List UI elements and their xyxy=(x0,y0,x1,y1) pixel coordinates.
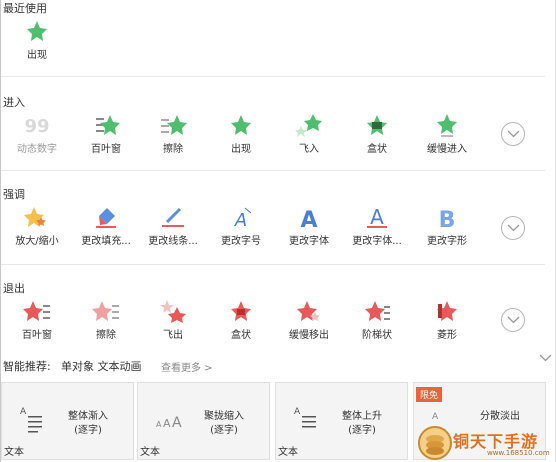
watermark-url: www.168510.com xyxy=(487,449,550,457)
divider xyxy=(1,76,545,77)
red-star-stairs-icon xyxy=(365,301,390,321)
section-title-exit: 退出 xyxy=(3,282,25,295)
chevron-down-icon[interactable] xyxy=(539,354,552,362)
recommend-title: 智能推荐: xyxy=(3,360,51,373)
svg-text:A: A xyxy=(294,407,301,417)
star-appear-icon xyxy=(27,21,47,41)
anim-item-emph-fontstyle[interactable]: B 更改字形 xyxy=(407,204,487,247)
font-style-b-icon: B xyxy=(439,208,456,230)
recommend-bar: 智能推荐: 单对象 文本动画 查看更多 > xyxy=(1,352,556,376)
text-list-thumb-icon: A xyxy=(20,407,42,433)
card-caption: 文本 xyxy=(140,447,160,458)
divider xyxy=(1,170,545,171)
chevron-down-icon xyxy=(507,130,520,138)
svg-text:B: B xyxy=(439,208,456,230)
anim-item-emph-fontcolor[interactable]: A 更改字体... xyxy=(337,204,417,247)
section-title-emphasis: 强调 xyxy=(3,188,25,201)
section-title-recent: 最近使用 xyxy=(3,2,47,15)
svg-text:A: A xyxy=(156,420,162,429)
anim-item-label: 菱形 xyxy=(437,330,457,341)
svg-text:A: A xyxy=(370,205,384,229)
svg-text:A: A xyxy=(163,417,171,430)
anim-item-enter-box[interactable]: 盒状 xyxy=(337,112,417,155)
recommend-card[interactable]: A 整体上升 (逐字) 文本 xyxy=(275,382,408,460)
anim-item-exit-stairs[interactable]: 阶梯状 xyxy=(337,298,417,341)
anim-item-exit-diamond[interactable]: 菱形 xyxy=(407,298,487,341)
rise-up-thumb-icon: A xyxy=(294,407,316,428)
free-badge: 限免 xyxy=(416,387,443,402)
card-title: 整体渐入 xyxy=(68,411,108,422)
anim-item-label: 盒状 xyxy=(367,144,387,155)
card-title: 聚拢缩入 xyxy=(204,411,244,422)
coin-logo-icon xyxy=(418,426,452,460)
star-slow-enter-icon xyxy=(437,114,457,137)
svg-text:99: 99 xyxy=(24,116,49,137)
card-title: 整体上升 xyxy=(342,411,382,422)
recommend-card[interactable]: A A A 聚拢缩入 (逐字) 文本 xyxy=(137,382,270,460)
card-title: 分散淡出 xyxy=(480,411,520,422)
recommend-card[interactable]: A 整体渐入 (逐字) 文本 xyxy=(1,382,134,460)
anim-item-recent-appear[interactable]: 出现 xyxy=(0,18,77,61)
card-subtitle: (逐字) xyxy=(210,425,238,436)
chevron-down-icon xyxy=(507,224,520,232)
expand-enter-button[interactable] xyxy=(501,122,525,146)
animation-panel: 最近使用 出现 进入 99 动态数字 百叶窗 擦除 出现 飞入 盒状 缓慢进入 … xyxy=(0,0,556,462)
star-box-icon xyxy=(367,115,387,135)
divider xyxy=(1,264,545,265)
svg-text:A: A xyxy=(234,210,247,230)
anim-item-label: 更改字体... xyxy=(352,236,402,247)
red-star-diamond-icon xyxy=(437,301,457,321)
watermark: 铜天下手游 www.168510.com xyxy=(415,424,556,462)
chevron-down-icon xyxy=(507,316,520,324)
anim-item-enter-slow[interactable]: 缓慢进入 xyxy=(407,112,487,155)
anim-item-label: 阶梯状 xyxy=(362,330,392,341)
svg-text:A: A xyxy=(20,407,27,417)
see-more-link[interactable]: 查看更多 > xyxy=(161,359,213,374)
card-caption: 文本 xyxy=(4,447,24,458)
font-color-a-icon: A xyxy=(367,205,387,229)
card-subtitle: (逐字) xyxy=(348,425,376,436)
card-caption: 文本 xyxy=(278,447,298,458)
recommend-tags: 单对象 文本动画 xyxy=(61,360,142,373)
anim-item-label: 更改字形 xyxy=(427,236,467,247)
anim-item-label: 缓慢进入 xyxy=(427,144,467,155)
expand-exit-button[interactable] xyxy=(501,308,525,332)
section-title-enter: 进入 xyxy=(3,96,25,109)
anim-item-label: 出现 xyxy=(27,50,47,61)
svg-text:A: A xyxy=(300,208,317,230)
card-subtitle: (逐字) xyxy=(74,425,102,436)
svg-text:A: A xyxy=(432,412,439,422)
expand-emphasis-button[interactable] xyxy=(501,216,525,240)
